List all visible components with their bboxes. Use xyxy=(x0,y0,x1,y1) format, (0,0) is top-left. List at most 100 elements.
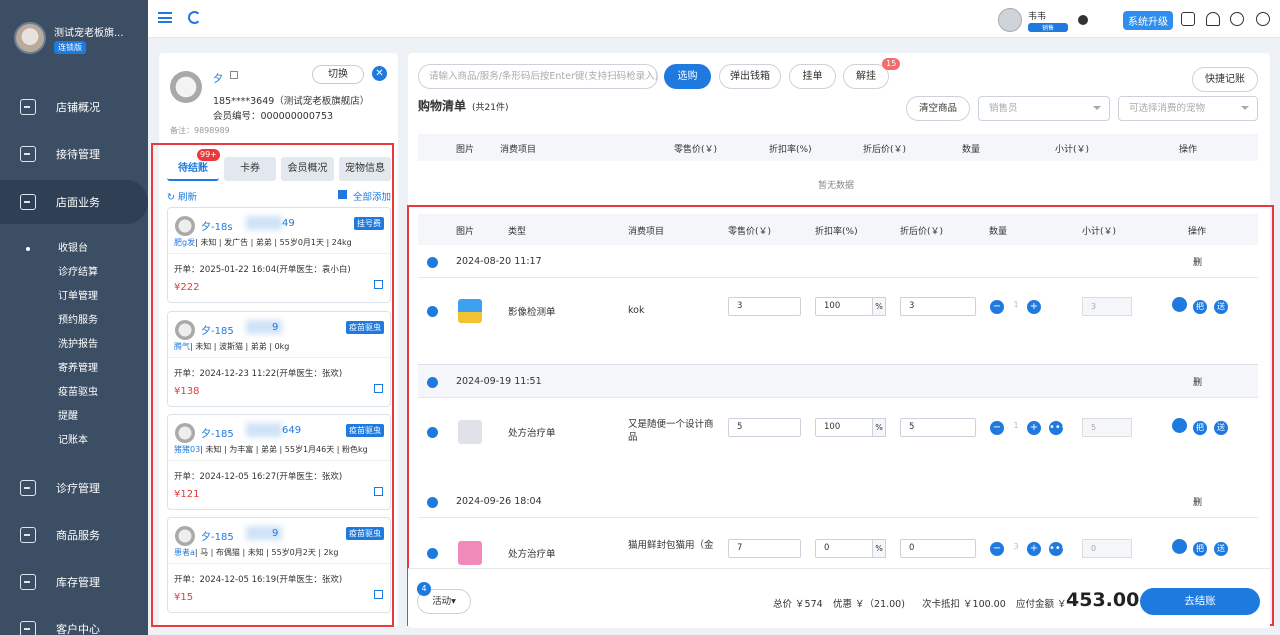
card-checkbox[interactable] xyxy=(374,280,383,289)
minus-icon[interactable]: − xyxy=(990,421,1004,435)
rate-input[interactable]: 0 xyxy=(815,539,873,558)
card-phone-suffix: 9 xyxy=(272,528,279,539)
toggle-icon[interactable] xyxy=(1172,418,1187,433)
delete-group-button[interactable]: 删 xyxy=(1193,375,1202,388)
rate-input[interactable]: 100 xyxy=(815,418,873,437)
refresh-link[interactable]: ↻ 刷新 xyxy=(167,189,197,203)
col-qty: 数量 xyxy=(989,227,1008,237)
pet-select[interactable]: 可选择消费的宠物 xyxy=(1118,96,1258,121)
sub-reminder[interactable]: 提醒 xyxy=(58,405,78,429)
sub-boarding[interactable]: 寄养管理 xyxy=(58,357,98,381)
open-drawer-button[interactable]: 弹出钱箱 xyxy=(719,64,781,89)
after-price-input[interactable]: 3 xyxy=(900,297,976,316)
quantity-value[interactable]: 1 xyxy=(1006,300,1026,309)
user-role-badge: 销售 xyxy=(1028,23,1069,32)
sub-grooming-report[interactable]: 洗护报告 xyxy=(58,333,98,357)
after-price-input[interactable]: 0 xyxy=(900,539,976,558)
nav-diagnosis[interactable]: 诊疗管理 xyxy=(0,466,148,510)
more-icon[interactable]: ••• xyxy=(1049,421,1067,435)
quantity-value[interactable]: 3 xyxy=(1006,542,1026,551)
chevron-down-icon[interactable] xyxy=(427,306,438,317)
sub-cashier[interactable]: 收银台 xyxy=(26,237,88,261)
clear-items-button[interactable]: 清空商品 xyxy=(906,96,970,121)
user-avatar[interactable] xyxy=(998,8,1022,32)
checkout-button[interactable]: 去结账 xyxy=(1140,588,1260,615)
calendar-icon[interactable] xyxy=(1181,12,1195,26)
quick-bookkeeping-button[interactable]: 快捷记账 xyxy=(1192,67,1258,92)
select-button[interactable]: 选购 xyxy=(664,64,711,89)
minus-checkbox-icon[interactable] xyxy=(338,190,347,199)
discount-amount: 优惠 ￥（21.00) xyxy=(833,599,905,610)
sub-diagnosis-settle[interactable]: 诊疗结算 xyxy=(58,261,98,285)
menu-icon[interactable] xyxy=(158,12,172,23)
card-checkbox[interactable] xyxy=(374,487,383,496)
rate-input[interactable]: 100 xyxy=(815,297,873,316)
nav-reception[interactable]: 接待管理 xyxy=(0,132,148,176)
chevron-down-icon[interactable] xyxy=(427,377,438,388)
chevron-down-icon[interactable] xyxy=(427,427,438,438)
tab-pet-info[interactable]: 宠物信息 xyxy=(339,157,391,181)
more-icon[interactable]: ••• xyxy=(1049,542,1067,556)
pending-card[interactable]: 夕-185 9 疫苗驱虫 患者a| 马 | 布偶猫 | 未知 | 55岁0月2天… xyxy=(167,517,391,613)
pending-card[interactable]: 夕-185 9 疫苗驱虫 腾气| 未知 | 波斯猫 | 弟弟 | 0kg 开单：… xyxy=(167,311,391,407)
nav-products[interactable]: 商品服务 xyxy=(0,513,148,557)
tab-member-overview[interactable]: 会员概况 xyxy=(281,157,334,181)
percent-suffix: % xyxy=(872,418,886,437)
toggle-icon[interactable] xyxy=(1172,297,1187,312)
chevron-down-icon[interactable] xyxy=(1078,15,1088,25)
shop-header[interactable]: 测试宠老板旗... 连锁版 xyxy=(14,22,134,58)
gift-button[interactable]: 送 xyxy=(1214,300,1228,314)
plus-icon[interactable]: + xyxy=(1027,542,1041,556)
toggle-icon[interactable] xyxy=(1172,539,1187,554)
gift-button[interactable]: 送 xyxy=(1214,542,1228,556)
card-checkbox[interactable] xyxy=(374,590,383,599)
after-price-input[interactable]: 5 xyxy=(900,418,976,437)
plus-icon[interactable]: + xyxy=(1027,300,1041,314)
chevron-down-icon[interactable] xyxy=(427,497,438,508)
card-amount: ¥121 xyxy=(174,489,200,500)
hang-order-button[interactable]: 挂单 xyxy=(789,64,836,89)
pending-card[interactable]: 夕-185 649 疫苗驱虫 猪猪03| 未知 | 为丰富 | 弟弟 | 55岁… xyxy=(167,414,391,510)
sub-vaccine[interactable]: 疫苗驱虫 xyxy=(58,381,98,405)
seller-select[interactable]: 销售员 xyxy=(978,96,1110,121)
hold-button[interactable]: 把 xyxy=(1193,421,1207,435)
plus-icon[interactable]: + xyxy=(1027,421,1041,435)
sub-orders[interactable]: 订单管理 xyxy=(58,285,98,309)
system-upgrade-button[interactable]: 系统升级 xyxy=(1123,11,1173,30)
edit-icon[interactable] xyxy=(230,71,238,79)
unhang-order-button[interactable]: 解挂 xyxy=(843,64,889,89)
delete-group-button[interactable]: 删 xyxy=(1193,495,1202,508)
price-input[interactable]: 5 xyxy=(728,418,801,437)
help-icon[interactable] xyxy=(1256,12,1270,26)
hold-button[interactable]: 把 xyxy=(1193,542,1207,556)
chevron-down-icon[interactable] xyxy=(427,548,438,559)
add-all-link[interactable]: 全部添加 xyxy=(353,189,391,203)
minus-icon[interactable]: − xyxy=(990,542,1004,556)
delete-group-button[interactable]: 删 xyxy=(1193,255,1202,268)
product-search-input[interactable]: 请输入商品/服务/条形码后按Enter键(支持扫码枪录入) xyxy=(418,64,658,89)
tab-cards[interactable]: 卡券 xyxy=(224,157,276,181)
nav-inventory[interactable]: 库存管理 xyxy=(0,560,148,604)
quantity-value[interactable]: 1 xyxy=(1006,421,1026,430)
gift-button[interactable]: 送 xyxy=(1214,421,1228,435)
bell-icon[interactable] xyxy=(1206,12,1220,26)
shop-avatar xyxy=(14,22,46,54)
pending-card[interactable]: 夕-18s 49 挂号费 肥g发| 未知 | 发广告 | 弟弟 | 55岁0月1… xyxy=(167,207,391,303)
card-checkbox[interactable] xyxy=(374,384,383,393)
minus-icon[interactable]: − xyxy=(990,300,1004,314)
hold-button[interactable]: 把 xyxy=(1193,300,1207,314)
switch-customer-button[interactable]: 切换 xyxy=(312,65,364,84)
nav-store-overview[interactable]: 店铺概况 xyxy=(0,85,148,129)
close-icon[interactable]: ✕ xyxy=(372,66,387,81)
row-item: kok xyxy=(628,305,645,316)
price-input[interactable]: 3 xyxy=(728,297,801,316)
nav-customers[interactable]: 客户中心 xyxy=(0,607,148,635)
sub-ledger[interactable]: 记账本 xyxy=(58,429,88,453)
nav-store-business[interactable]: 店面业务 xyxy=(0,180,148,224)
sub-appointment[interactable]: 预约服务 xyxy=(58,309,98,333)
refresh-icon[interactable] xyxy=(188,11,201,24)
price-input[interactable]: 7 xyxy=(728,539,801,558)
chevron-down-icon[interactable] xyxy=(427,257,438,268)
customer-name[interactable]: 夕 xyxy=(213,70,223,85)
headset-icon[interactable] xyxy=(1230,12,1244,26)
